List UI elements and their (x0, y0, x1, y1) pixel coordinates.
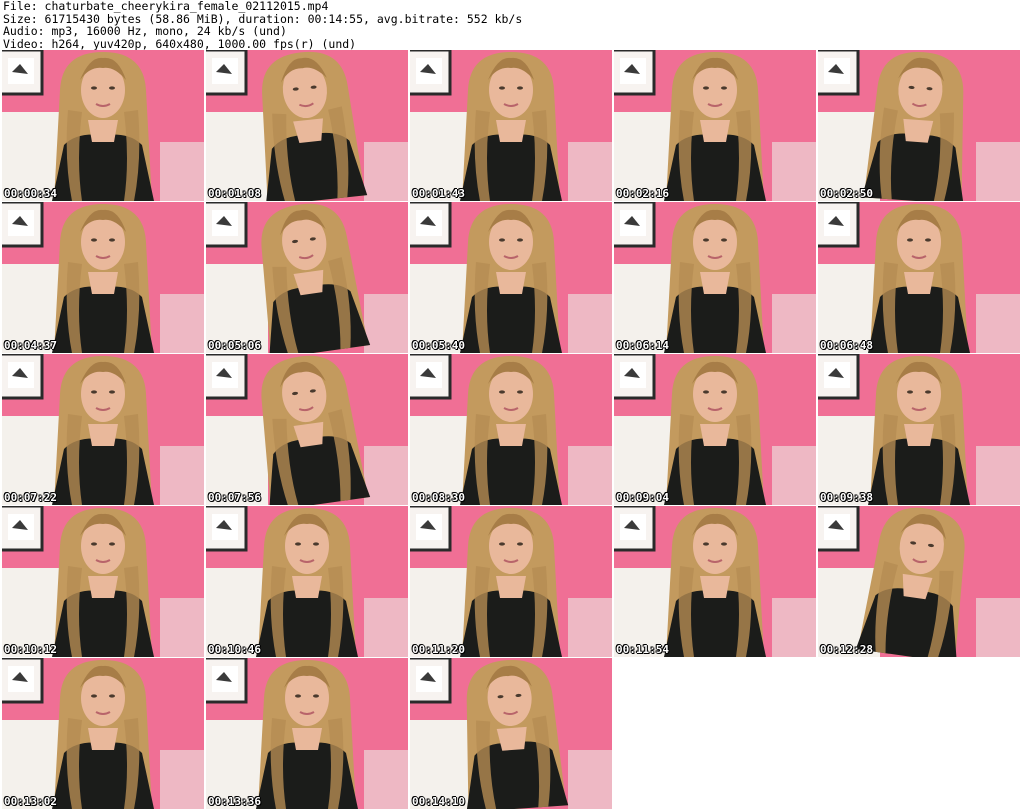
timestamp-label: 00:13:36 (208, 795, 261, 808)
frame-image (410, 658, 612, 809)
video-thumbnail: 00:06:14 (614, 202, 816, 353)
frame-image (2, 50, 204, 201)
video-thumbnail: 00:01:43 (410, 50, 612, 201)
timestamp-label: 00:11:20 (412, 643, 465, 656)
frame-image (614, 354, 816, 505)
timestamp-label: 00:09:04 (616, 491, 669, 504)
frame-image (410, 50, 612, 201)
frame-image (206, 506, 408, 657)
frame-image (614, 50, 816, 201)
frame-image (614, 506, 816, 657)
timestamp-label: 00:02:16 (616, 187, 669, 200)
timestamp-label: 00:12:28 (820, 643, 873, 656)
frame-image (206, 354, 408, 505)
video-thumbnail: 00:04:37 (2, 202, 204, 353)
video-thumbnail: 00:12:28 (818, 506, 1020, 657)
timestamp-label: 00:04:37 (4, 339, 57, 352)
file-info-header: File: chaturbate_cheerykira_female_02112… (3, 0, 703, 50)
video-thumbnail: 00:02:16 (614, 50, 816, 201)
frame-image (410, 506, 612, 657)
timestamp-label: 00:14:10 (412, 795, 465, 808)
video-thumbnail: 00:01:08 (206, 50, 408, 201)
timestamp-label: 00:07:22 (4, 491, 57, 504)
timestamp-label: 00:05:06 (208, 339, 261, 352)
timestamp-label: 00:13:02 (4, 795, 57, 808)
video-thumbnail: 00:13:02 (2, 658, 204, 809)
video-thumbnail: 00:00:34 (2, 50, 204, 201)
timestamp-label: 00:05:40 (412, 339, 465, 352)
frame-image (206, 658, 408, 809)
video-thumbnail: 00:10:46 (206, 506, 408, 657)
video-thumbnail: 00:08:30 (410, 354, 612, 505)
timestamp-label: 00:07:56 (208, 491, 261, 504)
timestamp-label: 00:01:08 (208, 187, 261, 200)
video-thumbnail: 00:13:36 (206, 658, 408, 809)
frame-image (2, 658, 204, 809)
timestamp-label: 00:11:54 (616, 643, 669, 656)
frame-image (410, 354, 612, 505)
video-thumbnail: 00:11:54 (614, 506, 816, 657)
video-thumbnail: 00:02:50 (818, 50, 1020, 201)
frame-image (818, 202, 1020, 353)
thumbnail-grid: 00:00:34 00:01:08 00:01:43 00:02:16 00:02:50… (2, 50, 1024, 810)
video-thumbnail: 00:05:06 (206, 202, 408, 353)
timestamp-label: 00:08:30 (412, 491, 465, 504)
video-thumbnail: 00:11:20 (410, 506, 612, 657)
frame-image (818, 50, 1020, 201)
frame-image (410, 202, 612, 353)
video-thumbnail: 00:07:56 (206, 354, 408, 505)
timestamp-label: 00:06:48 (820, 339, 873, 352)
video-line: Video: h264, yuv420p, 640x480, 1000.00 f… (3, 36, 357, 51)
audio-line: Audio: mp3, 16000 Hz, mono, 24 kb/s (und… (3, 24, 287, 38)
frame-image (2, 202, 204, 353)
video-thumbnail: 00:09:04 (614, 354, 816, 505)
frame-image (2, 506, 204, 657)
timestamp-label: 00:10:46 (208, 643, 261, 656)
timestamp-label: 00:06:14 (616, 339, 669, 352)
timestamp-label: 00:01:43 (412, 187, 465, 200)
frame-image (614, 202, 816, 353)
frame-image (206, 202, 408, 353)
file-name-line: File: chaturbate_cheerykira_female_02112… (3, 0, 329, 13)
video-thumbnail: 00:09:38 (818, 354, 1020, 505)
video-thumbnail: 00:05:40 (410, 202, 612, 353)
frame-image (818, 354, 1020, 505)
video-thumbnail: 00:07:22 (2, 354, 204, 505)
frame-image (818, 506, 1020, 657)
video-thumbnail: 00:06:48 (818, 202, 1020, 353)
timestamp-label: 00:09:38 (820, 491, 873, 504)
timestamp-label: 00:02:50 (820, 187, 873, 200)
video-thumbnail: 00:10:12 (2, 506, 204, 657)
frame-image (2, 354, 204, 505)
timestamp-label: 00:10:12 (4, 643, 57, 656)
frame-image (206, 50, 408, 201)
video-thumbnail: 00:14:10 (410, 658, 612, 809)
timestamp-label: 00:00:34 (4, 187, 57, 200)
